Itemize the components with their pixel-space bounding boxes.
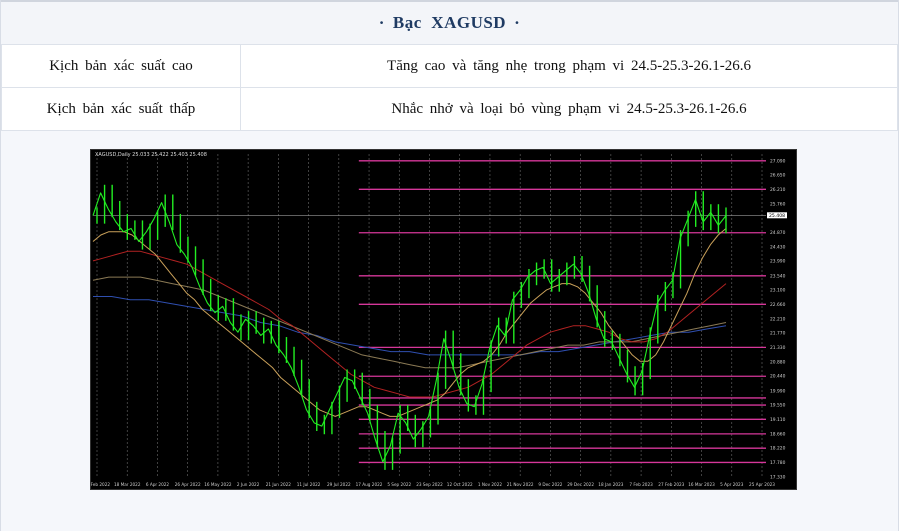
y-tick-label: 26.210 bbox=[770, 187, 786, 193]
scenario-value: Tăng cao và tăng nhẹ trong phạm vi 24.5-… bbox=[240, 44, 898, 88]
price-chart: 18 Feb 2022 18 Mar 2022 6 Apr 2022 26 Apr 2… bbox=[90, 149, 797, 490]
x-tick-label: 16 Mar 2023 bbox=[688, 482, 715, 487]
chart-svg: 18 Feb 2022 18 Mar 2022 6 Apr 2022 26 Apr 2… bbox=[91, 154, 787, 487]
card-title: · Bạc XAGUSD · bbox=[1, 0, 898, 44]
y-tick-label: 18.660 bbox=[770, 431, 786, 437]
x-tick-label: 2 Jun 2022 bbox=[237, 482, 260, 487]
y-tick-label: 21.330 bbox=[770, 345, 786, 351]
y-tick-label: 21.770 bbox=[770, 331, 786, 337]
x-tick-label: 12 Oct 2022 bbox=[447, 482, 473, 487]
scenario-label: Kịch bản xác suất thấp bbox=[1, 87, 241, 131]
y-tick-label: 19.110 bbox=[770, 417, 786, 423]
table-row: Kịch bản xác suất thấp Nhắc nhở và loại … bbox=[1, 87, 898, 131]
y-tick-label: 24.870 bbox=[770, 230, 786, 236]
x-tick-label: 7 Feb 2023 bbox=[629, 482, 653, 487]
y-tick-label: 25.760 bbox=[770, 201, 786, 207]
y-tick-label: 19.550 bbox=[770, 403, 786, 409]
y-tick-label: 20.440 bbox=[770, 374, 786, 380]
chart-header: XAGUSD,Daily 25.033 25.422 25.403 25.408 bbox=[95, 152, 207, 158]
y-tick-label: 23.100 bbox=[770, 288, 786, 294]
x-tick-label: 17 Aug 2022 bbox=[356, 482, 383, 487]
x-tick-label: 21 Nov 2022 bbox=[507, 482, 534, 487]
x-tick-label: 16 May 2022 bbox=[204, 482, 232, 487]
y-tick-label: 18.220 bbox=[770, 446, 786, 452]
current-price-label: 25.408 bbox=[769, 213, 785, 219]
title-dot-right: · bbox=[514, 13, 521, 32]
x-tick-label: 5 Apr 2023 bbox=[720, 482, 744, 487]
scenario-value: Nhắc nhở và loại bỏ vùng phạm vi 24.5-25… bbox=[240, 87, 898, 131]
scenario-table: Kịch bản xác suất cao Tăng cao và tăng n… bbox=[1, 44, 898, 131]
x-tick-label: 21 Jun 2022 bbox=[266, 482, 292, 487]
x-tick-label: 29 Jul 2022 bbox=[327, 482, 351, 487]
y-tick-label: 24.430 bbox=[770, 244, 786, 250]
y-tick-label: 17.780 bbox=[770, 460, 786, 466]
title-dot-left: · bbox=[378, 13, 385, 32]
x-tick-label: 18 Feb 2022 bbox=[91, 482, 110, 487]
title-text: Bạc XAGUSD bbox=[392, 13, 507, 32]
x-tick-label: 18 Mar 2022 bbox=[114, 482, 141, 487]
y-tick-label: 19.990 bbox=[770, 388, 786, 394]
x-tick-label: 25 Apr 2023 bbox=[749, 482, 775, 487]
y-tick-label: 26.650 bbox=[770, 173, 786, 179]
x-tick-label: 11 Jul 2022 bbox=[297, 482, 321, 487]
y-tick-label: 23.990 bbox=[770, 259, 786, 265]
y-tick-label: 22.660 bbox=[770, 302, 786, 308]
y-tick-label: 17.330 bbox=[770, 475, 786, 481]
x-tick-label: 29 Dec 2022 bbox=[567, 482, 594, 487]
y-tick-label: 22.210 bbox=[770, 316, 786, 322]
x-tick-label: 23 Sep 2022 bbox=[416, 482, 443, 487]
y-tick-label: 23.540 bbox=[770, 273, 786, 279]
analysis-card: · Bạc XAGUSD · Kịch bản xác suất cao Tăn… bbox=[0, 0, 899, 531]
x-tick-label: 18 Jan 2023 bbox=[598, 482, 623, 487]
x-tick-label: 5 Sep 2022 bbox=[387, 482, 411, 487]
y-tick-label: 20.880 bbox=[770, 359, 786, 365]
x-tick-label: 27 Feb 2023 bbox=[658, 482, 684, 487]
table-row: Kịch bản xác suất cao Tăng cao và tăng n… bbox=[1, 44, 898, 88]
x-tick-label: 26 Apr 2022 bbox=[175, 482, 201, 487]
scenario-label: Kịch bản xác suất cao bbox=[1, 44, 241, 88]
x-tick-label: 9 Dec 2022 bbox=[538, 482, 562, 487]
y-tick-label: 27.090 bbox=[770, 158, 786, 164]
x-tick-label: 6 Apr 2022 bbox=[146, 482, 170, 487]
x-tick-label: 1 Nov 2022 bbox=[478, 482, 502, 487]
